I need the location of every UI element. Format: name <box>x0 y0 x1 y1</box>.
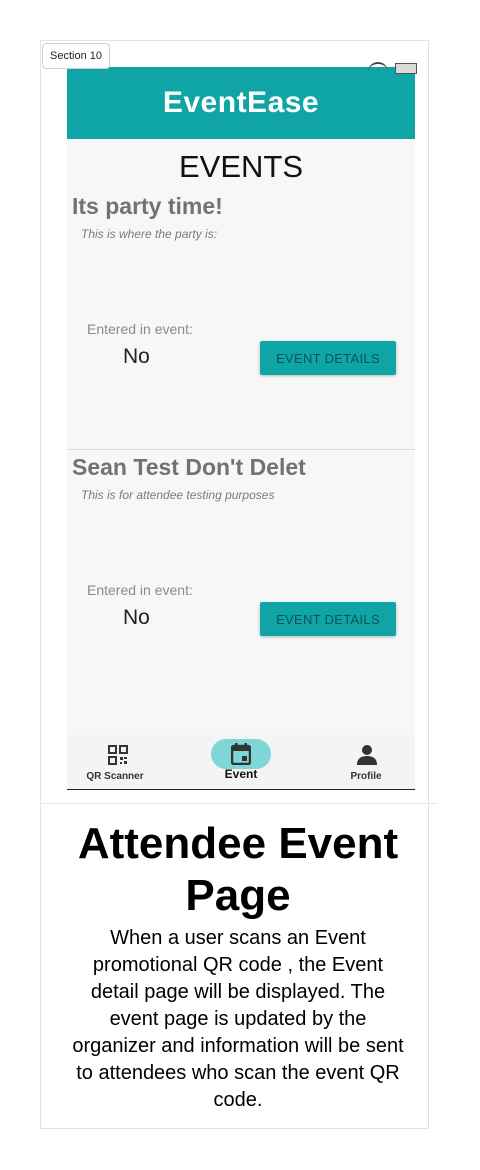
entered-label: Entered in event: <box>87 321 193 337</box>
section-tag: Section 10 <box>42 43 110 69</box>
app-bar: EventEase <box>67 67 415 139</box>
nav-label: Profile <box>350 771 382 782</box>
status-bar <box>368 60 420 74</box>
entered-value: No <box>123 606 150 629</box>
battery-icon <box>395 63 417 74</box>
nav-item-qr-scanner[interactable]: QR Scanner <box>70 735 160 789</box>
event-card[interactable]: Its party time! This is where the party … <box>67 189 415 449</box>
event-title: Its party time! <box>72 193 223 219</box>
person-icon <box>356 744 378 766</box>
nav-item-profile[interactable]: Profile <box>321 735 411 789</box>
event-description: This is for attendee testing purposes <box>81 488 275 502</box>
nav-label: Event <box>224 767 258 781</box>
page-title: EVENTS <box>178 149 304 184</box>
entered-label: Entered in event: <box>87 582 193 598</box>
caption-body: When a user scans an Event promotional Q… <box>72 927 404 1111</box>
calendar-icon <box>230 743 252 766</box>
divider <box>40 803 438 804</box>
event-details-button[interactable]: EVENT DETAILS <box>260 602 396 636</box>
qr-code-icon <box>108 745 128 765</box>
nav-label: QR Scanner <box>86 771 144 782</box>
entered-value: No <box>123 345 150 368</box>
bottom-nav: QR Scanner Event Profile <box>67 735 415 790</box>
event-description: This is where the party is: <box>81 227 218 241</box>
app-title: EventEase <box>162 86 320 119</box>
event-title: Sean Test Don't Delet <box>72 454 306 480</box>
event-card[interactable]: Sean Test Don't Delet This is for attend… <box>67 449 415 710</box>
phone-screen: EventEase EVENTS Its party time! This is… <box>67 67 415 790</box>
nav-item-event[interactable]: Event <box>196 735 286 789</box>
caption-title: Attendee Event Page <box>77 819 399 920</box>
signal-icon <box>368 62 388 74</box>
event-details-button[interactable]: EVENT DETAILS <box>260 341 396 375</box>
